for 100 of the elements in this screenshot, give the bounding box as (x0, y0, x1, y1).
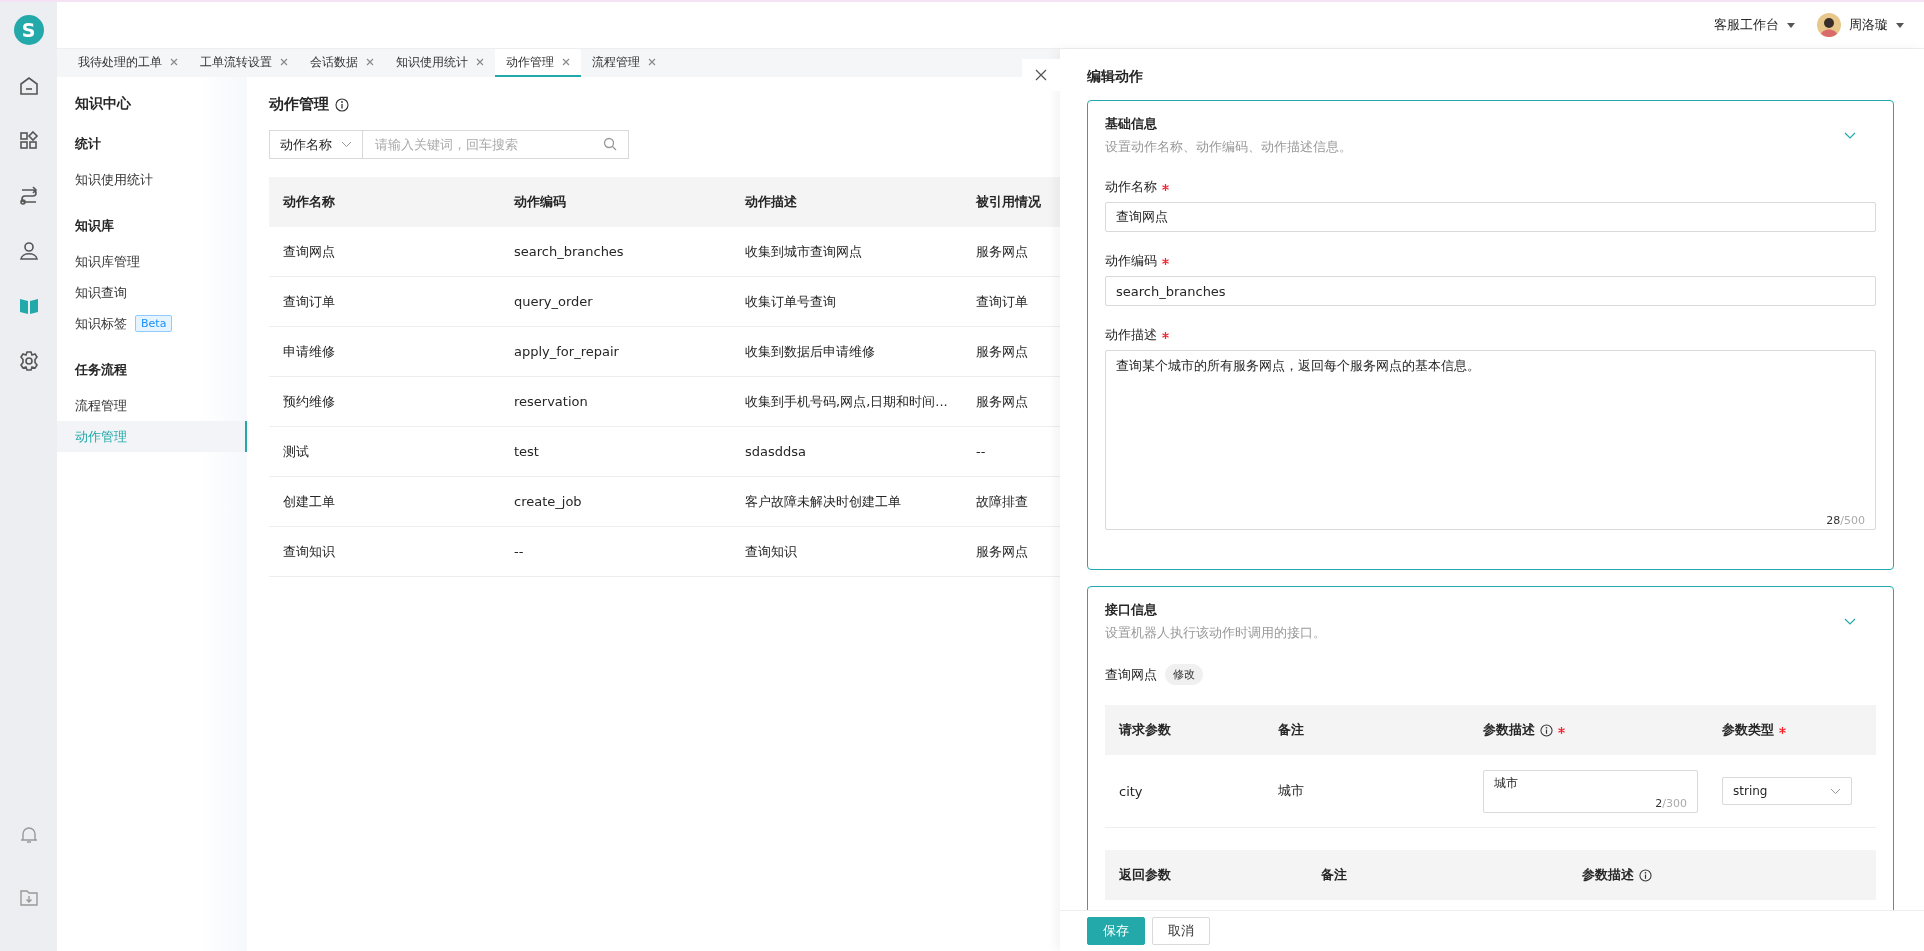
char-count: 28 (1826, 514, 1841, 527)
column-header: 参数类型 (1722, 721, 1774, 739)
char-count: 2 (1655, 796, 1663, 810)
column-header: 请求参数 (1119, 721, 1171, 739)
close-icon[interactable] (1035, 69, 1047, 81)
sidebar-item[interactable]: 知识标签 (75, 314, 127, 333)
group-title: 统计 (74, 135, 102, 153)
sidebar-item[interactable]: 知识使用统计 (75, 170, 153, 189)
tab[interactable]: 知识使用统计 (385, 49, 495, 77)
group-title: 任务流程 (73, 361, 128, 379)
chevron-down-icon (1830, 787, 1841, 795)
folder-download-icon[interactable] (18, 888, 39, 908)
column-header: 动作名称 (269, 177, 500, 227)
char-limit: /500 (1840, 514, 1865, 527)
section-subtitle: 设置动作名称、动作编码、动作描述信息。 (1105, 138, 1352, 156)
apps-icon[interactable] (17, 130, 40, 152)
close-icon[interactable] (280, 58, 288, 66)
table-cell: 查询订单 (269, 276, 500, 327)
chevron-down-icon[interactable] (1844, 131, 1856, 140)
text-area[interactable]: 城市 2/300 (1483, 769, 1698, 813)
column-header: 备注 (1278, 721, 1304, 739)
section-title: 基础信息 (1105, 115, 1158, 133)
text-field[interactable]: search_branches (1105, 276, 1876, 306)
tab[interactable]: 动作管理 (495, 49, 581, 77)
table-cell: 查询知识 (269, 526, 500, 577)
field-label: 动作描述 (1105, 326, 1157, 344)
info-icon[interactable] (1540, 723, 1553, 737)
table-cell: -- (500, 526, 731, 577)
flow-icon[interactable] (17, 185, 40, 207)
close-icon[interactable] (648, 58, 656, 66)
section-subtitle: 设置机器人执行该动作时调用的接口。 (1105, 624, 1326, 642)
table-cell: 收集到数据后申请维修 (731, 326, 962, 377)
table-cell: reservation (500, 376, 731, 427)
close-icon[interactable] (170, 58, 178, 66)
caret-icon (1896, 22, 1904, 28)
close-icon[interactable] (366, 58, 374, 66)
search-field[interactable]: 请输入关键词，回车搜索 (363, 130, 629, 159)
column-header: 返回参数 (1119, 866, 1171, 884)
search-icon[interactable] (603, 137, 617, 151)
table-cell: 预约维修 (269, 376, 500, 427)
table-cell: 申请维修 (269, 326, 500, 377)
close-icon[interactable] (476, 58, 484, 66)
column-header: 动作编码 (500, 177, 731, 227)
edit-button[interactable]: 修改 (1165, 664, 1203, 685)
field-select[interactable]: 动作名称 (269, 130, 363, 159)
section-title: 接口信息 (1105, 601, 1158, 619)
info-icon[interactable] (1639, 868, 1652, 882)
tab[interactable]: 会话数据 (299, 49, 385, 77)
table-cell: search_branches (500, 227, 731, 277)
table-cell: query_order (500, 276, 731, 327)
table-cell: 查询网点 (269, 227, 500, 277)
column-header: 参数描述 (1582, 866, 1634, 884)
settings-icon[interactable] (17, 350, 40, 372)
table-cell: 收集到城市查询网点 (731, 227, 962, 277)
drawer-title: 编辑动作 (1086, 67, 1144, 86)
tab[interactable]: 流程管理 (581, 49, 667, 77)
table-cell: test (500, 426, 731, 477)
column-header: 备注 (1321, 866, 1347, 884)
table-cell: 收集到手机号码,网点,日期和时间... (731, 376, 962, 427)
logo: S (13, 15, 44, 45)
tab[interactable]: 工单流转设置 (189, 49, 299, 77)
cancel-button[interactable]: 取消 (1152, 917, 1210, 945)
table-cell: 创建工单 (269, 476, 500, 527)
home-icon[interactable] (17, 75, 40, 97)
sidebar-item[interactable]: 流程管理 (75, 396, 127, 415)
info-icon[interactable] (335, 97, 349, 112)
table-cell: 测试 (269, 426, 500, 477)
column-header: 参数描述 (1483, 721, 1535, 739)
table-cell: 客户故障未解决时创建工单 (731, 476, 962, 527)
sidebar-title: 知识中心 (74, 95, 132, 113)
chevron-down-icon[interactable] (1844, 617, 1856, 626)
close-icon[interactable] (562, 58, 570, 66)
tab[interactable]: 我待处理的工单 (67, 49, 189, 77)
table-cell: 城市 (1278, 782, 1304, 800)
chevron-down-icon (341, 141, 352, 148)
caret-icon (1787, 22, 1795, 28)
field-label: 动作编码 (1105, 252, 1157, 270)
bell-icon[interactable] (18, 825, 39, 845)
user-menu[interactable]: 周洛璇 (1849, 16, 1904, 34)
text-field[interactable]: 查询网点 (1105, 202, 1876, 232)
table-cell: create_job (500, 476, 731, 527)
beta-badge: Beta (135, 315, 173, 332)
field-label: 动作名称 (1105, 178, 1157, 196)
table-cell: 收集订单号查询 (731, 276, 962, 327)
table-cell: 查询知识 (731, 526, 962, 577)
table-cell: apply_for_repair (500, 326, 731, 377)
group-title: 知识库 (74, 217, 115, 235)
person-icon[interactable] (17, 240, 40, 262)
endpoint-name: 查询网点 (1105, 665, 1157, 684)
char-limit: /300 (1662, 796, 1687, 810)
column-header: 动作描述 (731, 177, 962, 227)
workspace-menu[interactable]: 客服工作台 (1714, 16, 1795, 34)
table-cell: city (1119, 783, 1143, 799)
table-cell: sdasddsa (731, 426, 962, 477)
sidebar-item[interactable]: 知识查询 (75, 283, 127, 302)
page-title: 动作管理 (269, 95, 329, 114)
avatar[interactable] (1817, 13, 1841, 37)
text-area[interactable]: 查询某个城市的所有服务网点，返回每个服务网点的基本信息。 28/500 (1105, 350, 1876, 530)
sidebar-item[interactable]: 知识库管理 (75, 252, 140, 271)
type-select[interactable]: string (1722, 777, 1852, 805)
